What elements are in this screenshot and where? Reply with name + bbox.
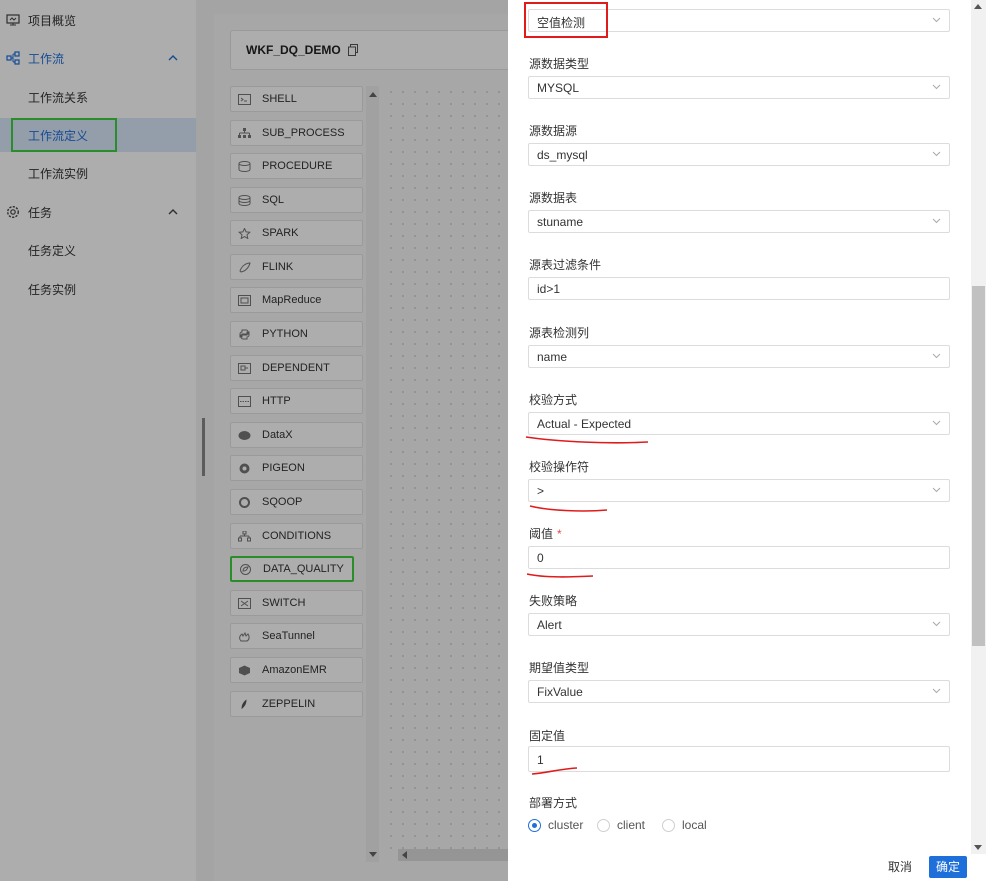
select-value: ds_mysql [537,148,588,162]
radio-label: local [682,818,707,832]
select-value: stuname [537,215,584,229]
chevron-down-icon [932,420,941,426]
src-connector-type-select[interactable]: MYSQL [528,76,950,99]
src-table-select[interactable]: stuname [528,210,950,233]
select-value: > [537,484,545,498]
chevron-down-icon [932,353,941,359]
select-value: Alert [537,618,562,632]
radio-selected-icon [528,818,541,832]
deploy-mode-cluster-radio[interactable]: cluster [528,818,583,832]
drawer-scrollbar[interactable] [971,0,986,854]
field-label: 源表过滤条件 [529,258,602,272]
operator-select[interactable]: > [528,479,950,502]
field-label-text: 阈值 [529,527,554,541]
src-filter-input[interactable]: id>1 [528,277,950,300]
field-label: 校验操作符 [529,460,590,474]
field-label: 期望值类型 [529,661,590,675]
select-value: name [537,350,568,364]
field-label: 失败策略 [529,594,578,608]
src-datasource-select[interactable]: ds_mysql [528,143,950,166]
confirm-button[interactable]: 确定 [929,856,967,878]
cancel-button[interactable]: 取消 [880,856,920,878]
input-value: 1 [537,753,544,767]
chevron-down-icon [932,84,941,90]
field-label-required: 阈值 * [529,525,562,542]
deploy-mode-local-radio[interactable]: local [662,818,707,832]
annotation-red-box [524,2,608,38]
field-label: 源数据表 [529,191,578,205]
field-label: 校验方式 [529,393,578,407]
radio-unselected-icon [662,818,675,832]
select-value: MYSQL [537,81,580,95]
input-value: id>1 [537,282,561,296]
chevron-down-icon [932,621,941,627]
radio-label: cluster [548,818,584,832]
expected-type-select[interactable]: FixValue [528,680,950,703]
check-type-select[interactable]: Actual - Expected [528,412,950,435]
chevron-down-icon [932,17,941,23]
input-value: 0 [537,551,544,565]
scroll-down-icon[interactable] [974,845,982,850]
deploy-mode-client-radio[interactable]: client [597,818,645,832]
chevron-down-icon [932,218,941,224]
select-value: Actual - Expected [537,417,632,431]
src-field-select[interactable]: name [528,345,950,368]
threshold-input[interactable]: 0 [528,546,950,569]
drawer-mask[interactable] [0,0,508,881]
chevron-down-icon [932,688,941,694]
radio-unselected-icon [597,818,610,832]
radio-label: client [617,818,646,832]
field-label: 源数据类型 [529,57,590,71]
chevron-down-icon [932,151,941,157]
field-label: 部署方式 [529,796,578,810]
failure-strategy-select[interactable]: Alert [528,613,950,636]
select-value: FixValue [537,685,583,699]
chevron-down-icon [932,487,941,493]
field-label: 固定值 [529,729,566,743]
fix-value-input[interactable]: 1 [528,746,950,772]
scrollbar-thumb[interactable] [972,286,985,646]
required-mark: * [557,527,562,541]
field-label: 源表检测列 [529,326,590,340]
scroll-up-icon[interactable] [974,4,982,9]
field-label: 源数据源 [529,124,578,138]
